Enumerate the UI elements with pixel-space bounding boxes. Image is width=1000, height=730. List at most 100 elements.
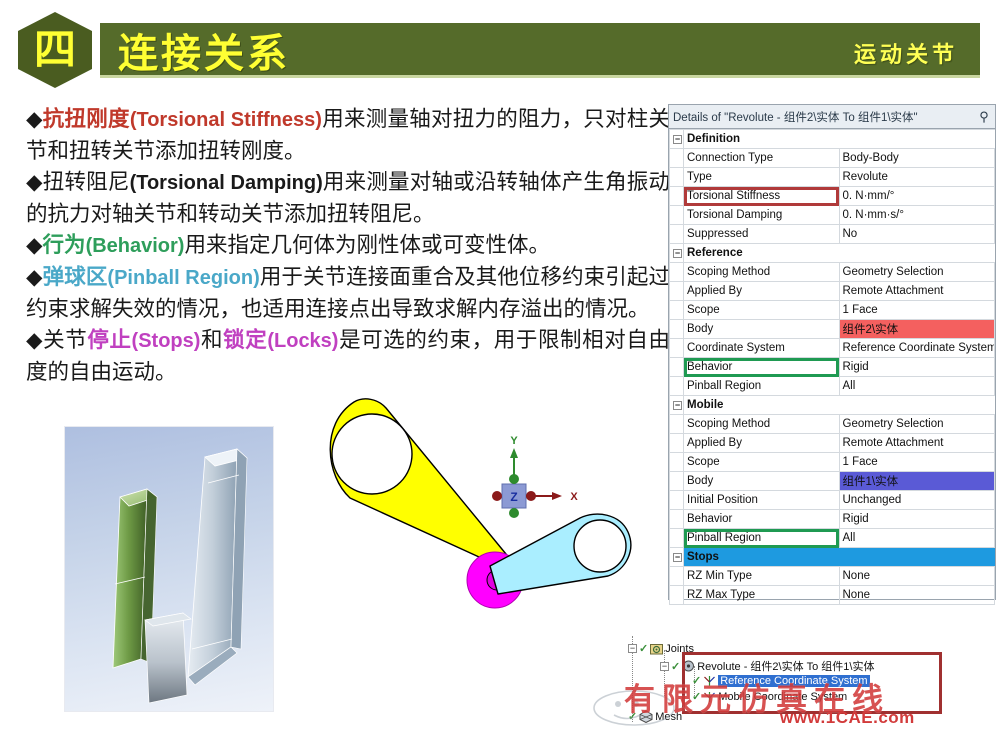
tree-node-revolute[interactable]: − ✓ Revolute - 组件2\实体 To 组件1\实体 xyxy=(660,658,875,674)
details-property-row[interactable]: Scoping Method Geometry Selection xyxy=(669,414,995,434)
property-label: Suppressed xyxy=(683,224,840,244)
details-property-row[interactable]: Type Revolute xyxy=(669,167,995,187)
property-value[interactable]: 0. N·mm/° xyxy=(838,186,995,206)
details-property-row[interactable]: Pinball Region All xyxy=(669,376,995,396)
property-label: Body xyxy=(683,471,840,491)
property-value[interactable]: Rigid xyxy=(838,509,995,529)
tree-node-joints[interactable]: − ✓ Joints xyxy=(628,642,694,655)
property-value[interactable]: Remote Attachment xyxy=(838,433,995,453)
details-property-grid[interactable]: − Definition Connection Type Body-Body Type R… xyxy=(669,129,995,605)
coordinate-system-icon xyxy=(704,675,716,686)
row-spacer xyxy=(669,528,684,548)
stops-prefix: 关节 xyxy=(43,328,88,353)
row-spacer xyxy=(669,338,684,358)
details-property-row[interactable]: Behavior Rigid xyxy=(669,509,995,529)
expander-icon[interactable]: − xyxy=(628,644,637,653)
expander-icon[interactable]: − xyxy=(660,661,669,671)
property-value[interactable]: 0. N·mm·s/° xyxy=(838,205,995,225)
brackets-svg xyxy=(112,448,248,704)
axis-dot-top xyxy=(509,474,519,484)
section-expander-icon[interactable]: − xyxy=(669,547,684,567)
axis-dot-left xyxy=(492,491,502,501)
details-property-row[interactable]: Body 组件1\实体 xyxy=(669,471,995,491)
row-spacer xyxy=(669,376,684,396)
tree-node-label: Mobile Coordinate System xyxy=(718,690,848,703)
details-property-row[interactable]: Scope 1 Face xyxy=(669,452,995,472)
details-property-row[interactable]: RZ Max Type None xyxy=(669,585,995,605)
details-property-row[interactable]: Body 组件2\实体 xyxy=(669,319,995,339)
property-label: Behavior xyxy=(683,357,840,377)
property-label: Connection Type xyxy=(683,148,840,168)
keyword-stops-cn: 停止 xyxy=(87,328,132,353)
property-value[interactable]: No xyxy=(838,224,995,244)
check-icon: ✓ xyxy=(692,675,702,687)
details-section-row[interactable]: − Definition xyxy=(669,129,995,149)
bullet-icon: ◆ xyxy=(26,328,44,353)
keyword-locks-cn: 锁定 xyxy=(223,328,268,353)
tree-node-label: Reference Coordinate System xyxy=(718,674,870,687)
property-value[interactable]: Reference Coordinate System xyxy=(838,338,995,358)
details-property-row[interactable]: Initial Position Unchanged xyxy=(669,490,995,510)
section-expander-icon[interactable]: − xyxy=(669,243,684,263)
property-value[interactable]: Body-Body xyxy=(838,148,995,168)
tree-node-mesh[interactable]: ✓ Mesh xyxy=(628,710,682,723)
tree-node-reference-coordinate-system[interactable]: ✓ Reference Coordinate System xyxy=(692,674,870,687)
details-property-row[interactable]: Scoping Method Geometry Selection xyxy=(669,262,995,282)
axis-triad-y-label: Y xyxy=(510,435,518,447)
property-label: Applied By xyxy=(683,281,840,301)
property-value[interactable]: None xyxy=(838,566,995,586)
details-property-row[interactable]: Torsional Damping 0. N·mm·s/° xyxy=(669,205,995,225)
details-section-row[interactable]: − Reference xyxy=(669,243,995,263)
property-label: Torsional Stiffness xyxy=(683,186,840,206)
details-property-row[interactable]: Applied By Remote Attachment xyxy=(669,281,995,301)
details-property-row[interactable]: RZ Min Type None xyxy=(669,566,995,586)
property-value[interactable]: All xyxy=(838,376,995,396)
details-property-row[interactable]: Coordinate System Reference Coordinate Sy… xyxy=(669,338,995,358)
keyword-torsional-stiffness-cn: 抗扭刚度 xyxy=(42,107,130,132)
details-section-label: Reference xyxy=(683,243,995,263)
details-property-row[interactable]: Torsional Stiffness 0. N·mm/° xyxy=(669,186,995,206)
details-property-row[interactable]: Pinball Region All xyxy=(669,528,995,548)
header-bar: 连接关系 运动关节 xyxy=(100,23,980,78)
details-section-label: Mobile xyxy=(683,395,995,415)
keyword-torsional-damping-cn: 扭转阻尼 xyxy=(42,170,130,195)
property-value[interactable]: Unchanged xyxy=(838,490,995,510)
bullet-paragraph-pinball-region: ◆弹球区(Pinball Region)用于关节连接面重合及其他位移约束引起过约… xyxy=(10,262,670,325)
property-value[interactable]: All xyxy=(838,528,995,548)
axis-triad-x-label: X xyxy=(570,491,578,503)
pin-icon[interactable]: ⚲ xyxy=(977,109,991,125)
property-value[interactable]: 组件1\实体 xyxy=(838,471,995,491)
row-spacer xyxy=(669,148,684,168)
details-property-row[interactable]: Applied By Remote Attachment xyxy=(669,433,995,453)
tree-node-mobile-coordinate-system[interactable]: ✓ Mobile Coordinate System xyxy=(692,690,848,704)
property-label: Coordinate System xyxy=(683,338,840,358)
property-value[interactable]: None xyxy=(838,585,995,605)
row-spacer xyxy=(669,566,684,586)
model-tree[interactable]: − ✓ Joints − ✓ Revolute - 组件2\实体 To 组件1\… xyxy=(628,636,958,728)
details-property-row[interactable]: Behavior Rigid xyxy=(669,357,995,377)
bullet-paragraph-stops-locks: ◆关节停止(Stops)和锁定(Locks)是可选的约束，用于限制相对自由度的自… xyxy=(10,325,670,388)
details-property-row[interactable]: Connection Type Body-Body xyxy=(669,148,995,168)
details-panel[interactable]: Details of "Revolute - 组件2\实体 To 组件1\实体"… xyxy=(668,104,996,605)
property-value[interactable]: Geometry Selection xyxy=(838,414,995,434)
details-section-row[interactable]: − Mobile xyxy=(669,395,995,415)
property-value[interactable]: Rigid xyxy=(838,357,995,377)
row-spacer xyxy=(669,319,684,339)
check-icon: ✓ xyxy=(692,691,702,703)
section-expander-icon[interactable]: − xyxy=(669,395,684,415)
details-section-row[interactable]: − Stops xyxy=(669,547,995,567)
property-value[interactable]: 1 Face xyxy=(838,452,995,472)
property-value[interactable]: Geometry Selection xyxy=(838,262,995,282)
property-value[interactable]: Remote Attachment xyxy=(838,281,995,301)
keyword-pinball-region-en: (Pinball Region) xyxy=(107,267,260,289)
reference-link-hole xyxy=(331,413,413,495)
mesh-icon xyxy=(639,710,653,723)
keyword-locks-en: (Locks) xyxy=(267,330,339,352)
property-label: Body xyxy=(683,319,840,339)
property-value[interactable]: 组件2\实体 xyxy=(838,319,995,339)
section-expander-icon[interactable]: − xyxy=(669,129,684,149)
details-property-row[interactable]: Scope 1 Face xyxy=(669,300,995,320)
details-property-row[interactable]: Suppressed No xyxy=(669,224,995,244)
property-value[interactable]: 1 Face xyxy=(838,300,995,320)
property-value[interactable]: Revolute xyxy=(838,167,995,187)
